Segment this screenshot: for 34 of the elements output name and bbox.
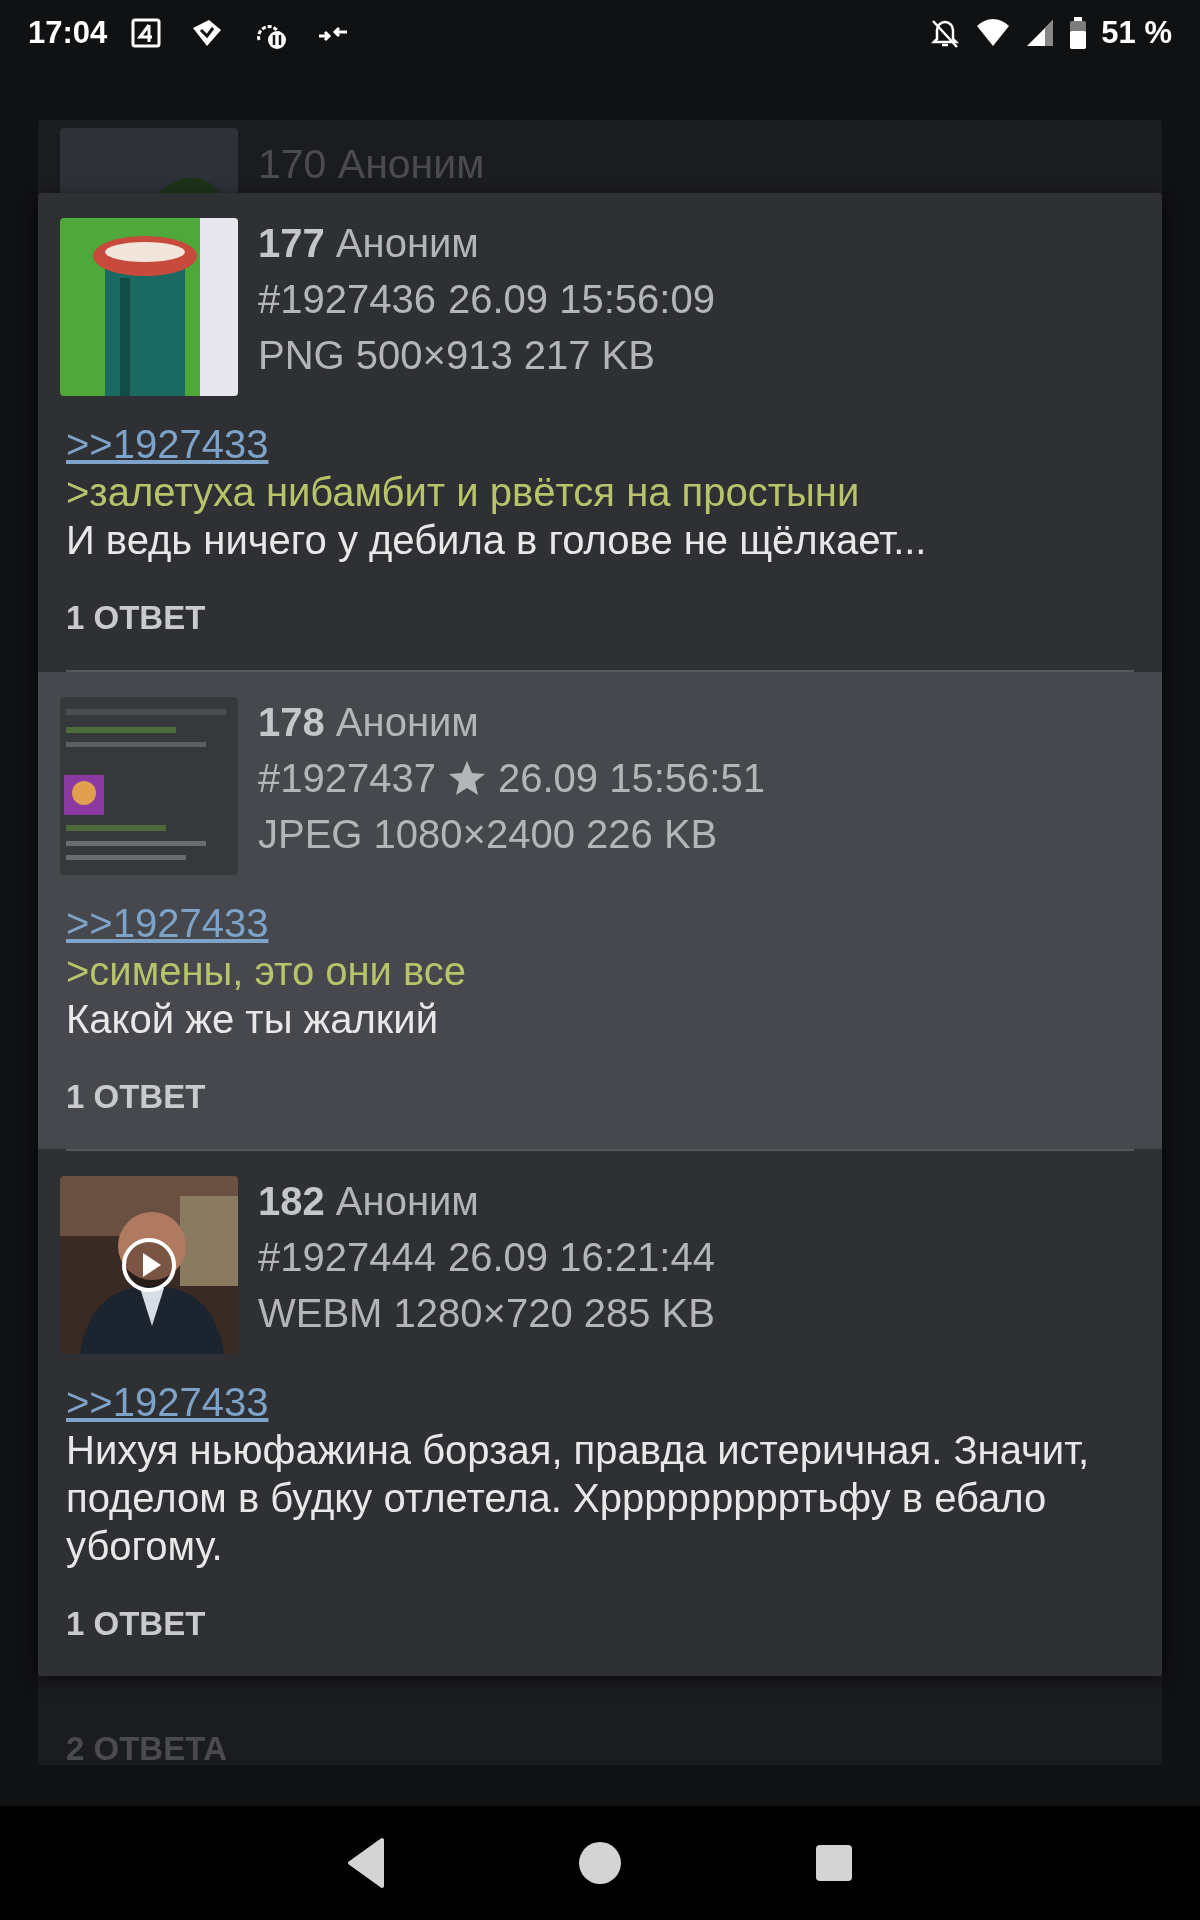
battery-percent: 51 % bbox=[1101, 13, 1172, 52]
recents-icon[interactable] bbox=[814, 1843, 854, 1883]
post-text: Нихуя ньюфажина борзая, правда истеричная. Значит, поделом в будку отлетела. Хррррррррртьфу в ебало убогому. bbox=[66, 1428, 1090, 1568]
signal-icon bbox=[1025, 18, 1056, 48]
post-number: #1927436 bbox=[258, 276, 436, 323]
file-info: JPEG 1080×2400 226 KB bbox=[258, 811, 719, 858]
play-icon[interactable] bbox=[121, 1237, 177, 1293]
reply-link[interactable]: >>1927433 bbox=[66, 422, 269, 466]
quote-text: >симены, это они все bbox=[66, 949, 467, 993]
post-text: И ведь ничего у дебила в голове не щёлкает... bbox=[66, 518, 927, 562]
quote-text: >залетуха нибамбит и рвётся на простыни bbox=[66, 470, 860, 514]
post-date: 26.09 16:21:44 bbox=[447, 1234, 715, 1281]
file-info: PNG 500×913 217 KB bbox=[258, 332, 656, 379]
post-header: 177 Аноним bbox=[258, 220, 480, 267]
post-date: 26.09 15:56:09 bbox=[447, 276, 715, 323]
post-number: #1927444 bbox=[258, 1234, 436, 1281]
replies-link[interactable]: 1 ОТВЕТ bbox=[66, 594, 206, 642]
app-notification-icon bbox=[131, 18, 162, 48]
post-header: 182 Аноним bbox=[258, 1178, 480, 1225]
post-header: 178 Аноним bbox=[258, 699, 480, 746]
post-text: Какой же ты жалкий bbox=[66, 997, 439, 1041]
replies-link[interactable]: 1 ОТВЕТ bbox=[66, 1600, 206, 1648]
clock-time: 17:04 bbox=[28, 13, 108, 52]
post-number: #1927437 bbox=[258, 755, 436, 802]
reply-link[interactable]: >>1927433 bbox=[66, 1380, 269, 1424]
replies-link[interactable]: 1 ОТВЕТ bbox=[66, 1073, 206, 1121]
shield-icon bbox=[191, 18, 224, 48]
file-info: WEBM 1280×720 285 KB bbox=[258, 1290, 715, 1337]
home-icon[interactable] bbox=[576, 1839, 624, 1887]
post-date: 26.09 15:56:51 bbox=[497, 755, 765, 802]
reply-link[interactable]: >>1927433 bbox=[66, 901, 269, 945]
battery-icon bbox=[1069, 17, 1088, 49]
wifi-icon bbox=[975, 18, 1012, 48]
back-icon[interactable] bbox=[346, 1836, 386, 1890]
